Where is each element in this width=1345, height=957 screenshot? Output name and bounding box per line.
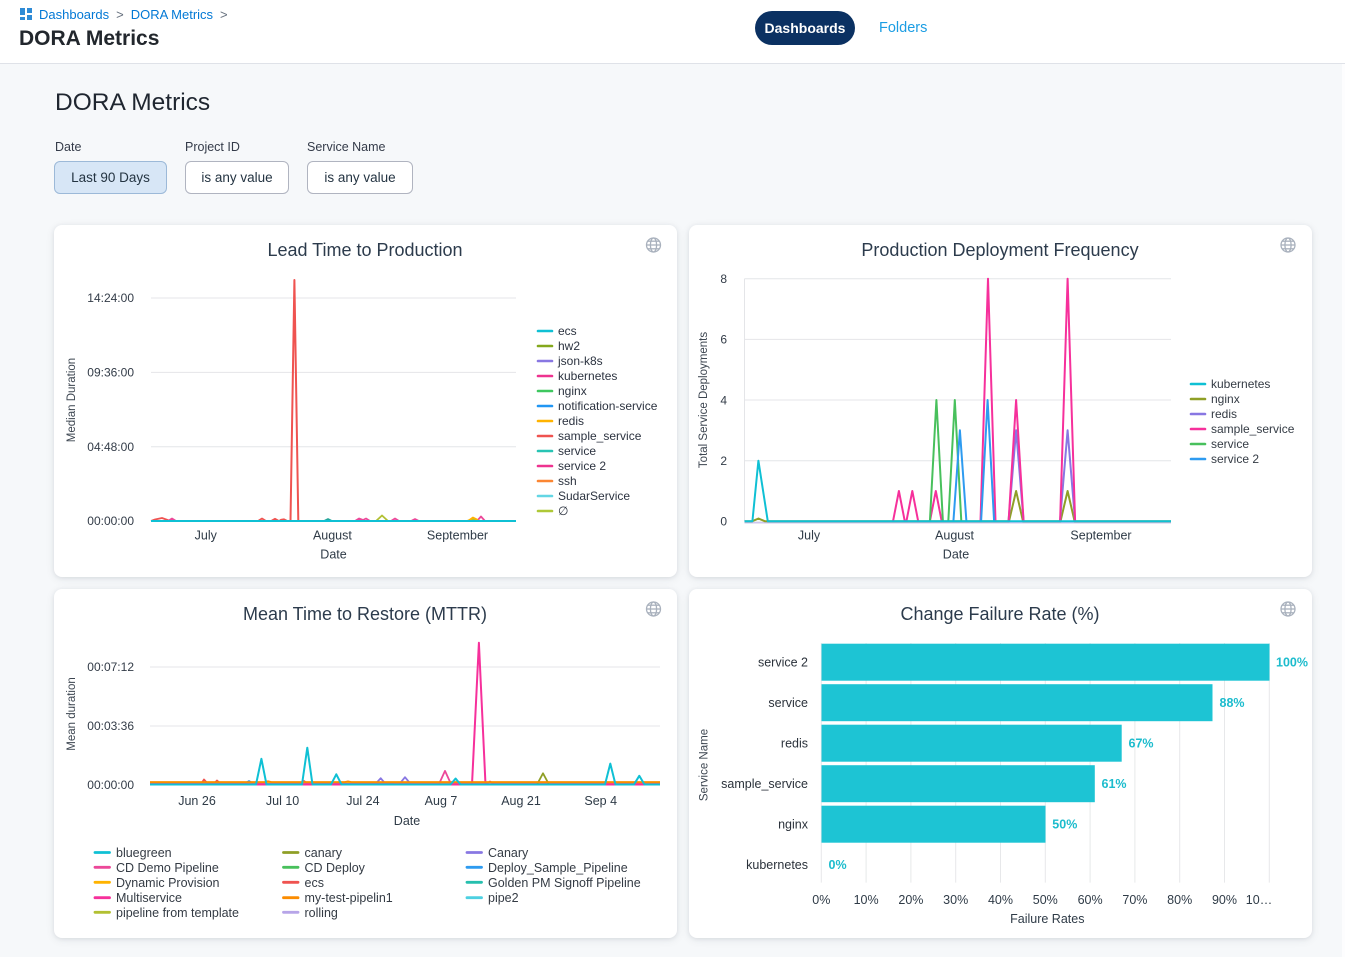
svg-text:redis: redis [558,414,584,428]
svg-text:CD Demo Pipeline: CD Demo Pipeline [116,861,219,875]
svg-text:kubernetes: kubernetes [1211,377,1270,391]
svg-text:Jun 26: Jun 26 [178,794,216,808]
svg-text:10%: 10% [854,893,879,907]
svg-text:kubernetes: kubernetes [558,369,617,383]
svg-text:service 2: service 2 [758,656,808,670]
svg-text:Deploy_Sample_Pipeline: Deploy_Sample_Pipeline [488,861,628,875]
svg-text:90%: 90% [1212,893,1237,907]
svg-text:service 2: service 2 [558,459,606,473]
svg-text:ecs: ecs [305,876,324,890]
svg-text:Mean duration: Mean duration [66,677,78,751]
svg-text:service 2: service 2 [1211,452,1259,466]
svg-text:Total Service Deployments: Total Service Deployments [698,332,710,468]
svg-text:0%: 0% [812,893,830,907]
svg-text:14:24:00: 14:24:00 [87,291,134,305]
svg-text:00:07:12: 00:07:12 [87,660,134,674]
svg-text:my-test-pipelin1: my-test-pipelin1 [305,891,393,905]
svg-text:61%: 61% [1102,777,1127,791]
svg-text:sample_service: sample_service [1211,422,1295,436]
svg-text:json-k8s: json-k8s [557,354,603,368]
svg-text:40%: 40% [988,893,1013,907]
svg-text:20%: 20% [898,893,923,907]
svg-text:70%: 70% [1122,893,1147,907]
svg-text:50%: 50% [1033,893,1058,907]
svg-text:00:00:00: 00:00:00 [87,514,134,528]
svg-text:8: 8 [720,272,727,286]
svg-text:Date: Date [320,548,346,562]
svg-text:Date: Date [943,548,969,562]
svg-text:July: July [195,529,218,543]
svg-text:canary: canary [305,846,343,860]
svg-text:60%: 60% [1078,893,1103,907]
svg-text:Lead Time to Production: Lead Time to Production [267,240,462,260]
svg-text:rolling: rolling [305,906,338,920]
svg-text:pipe2: pipe2 [488,891,519,905]
svg-text:pipeline from template: pipeline from template [116,906,239,920]
svg-text:04:48:00: 04:48:00 [87,440,134,454]
svg-text:Mean Time to Restore (MTTR): Mean Time to Restore (MTTR) [243,604,487,624]
svg-text:redis: redis [781,737,808,751]
svg-text:30%: 30% [943,893,968,907]
svg-text:80%: 80% [1167,893,1192,907]
svg-text:service: service [1211,437,1249,451]
svg-text:Dynamic Provision: Dynamic Provision [116,876,220,890]
svg-text:Aug 7: Aug 7 [425,794,458,808]
svg-text:July: July [798,529,821,543]
svg-text:Aug 21: Aug 21 [501,794,541,808]
svg-text:100%: 100% [1276,656,1308,670]
svg-text:nginx: nginx [1211,392,1240,406]
svg-text:bluegreen: bluegreen [116,846,172,860]
svg-text:Golden PM Signoff Pipeline: Golden PM Signoff Pipeline [488,876,641,890]
svg-text:2: 2 [720,454,727,468]
svg-text:sample_service: sample_service [721,777,808,791]
svg-text:Median Duration: Median Duration [66,358,78,442]
svg-text:service: service [558,444,596,458]
svg-text:ecs: ecs [558,324,577,338]
svg-text:CD Deploy: CD Deploy [305,861,366,875]
svg-text:Failure Rates: Failure Rates [1010,912,1084,926]
svg-text:service: service [768,696,808,710]
svg-text:kubernetes: kubernetes [746,858,808,872]
svg-text:SudarService: SudarService [558,489,630,503]
svg-text:notification-service: notification-service [558,399,658,413]
svg-text:September: September [1070,529,1131,543]
svg-text:09:36:00: 09:36:00 [87,365,134,379]
svg-text:Jul 10: Jul 10 [266,794,299,808]
svg-text:10…: 10… [1246,893,1272,907]
svg-text:Canary: Canary [488,846,529,860]
svg-text:ssh: ssh [558,474,577,488]
svg-text:88%: 88% [1220,696,1245,710]
svg-text:4: 4 [720,393,727,407]
svg-text:00:03:36: 00:03:36 [87,719,134,733]
svg-text:hw2: hw2 [558,339,580,353]
svg-text:Date: Date [394,814,420,828]
svg-text:50%: 50% [1052,818,1077,832]
svg-text:August: August [935,529,974,543]
svg-text:67%: 67% [1129,737,1154,751]
svg-text:August: August [313,529,352,543]
svg-text:nginx: nginx [778,818,809,832]
svg-text:00:00:00: 00:00:00 [87,778,134,792]
svg-text:Multiservice: Multiservice [116,891,182,905]
svg-text:0%: 0% [829,858,847,872]
svg-text:Production Deployment Frequenc: Production Deployment Frequency [861,240,1138,260]
svg-text:Sep 4: Sep 4 [584,794,617,808]
svg-text:6: 6 [720,333,727,347]
svg-text:Jul 24: Jul 24 [346,794,379,808]
svg-text:Service Name: Service Name [699,729,711,801]
svg-text:Change Failure Rate (%): Change Failure Rate (%) [900,604,1099,624]
svg-text:∅: ∅ [558,504,568,518]
svg-text:redis: redis [1211,407,1237,421]
svg-text:0: 0 [720,515,727,529]
svg-text:September: September [427,529,488,543]
svg-text:sample_service: sample_service [558,429,642,443]
svg-text:nginx: nginx [558,384,587,398]
